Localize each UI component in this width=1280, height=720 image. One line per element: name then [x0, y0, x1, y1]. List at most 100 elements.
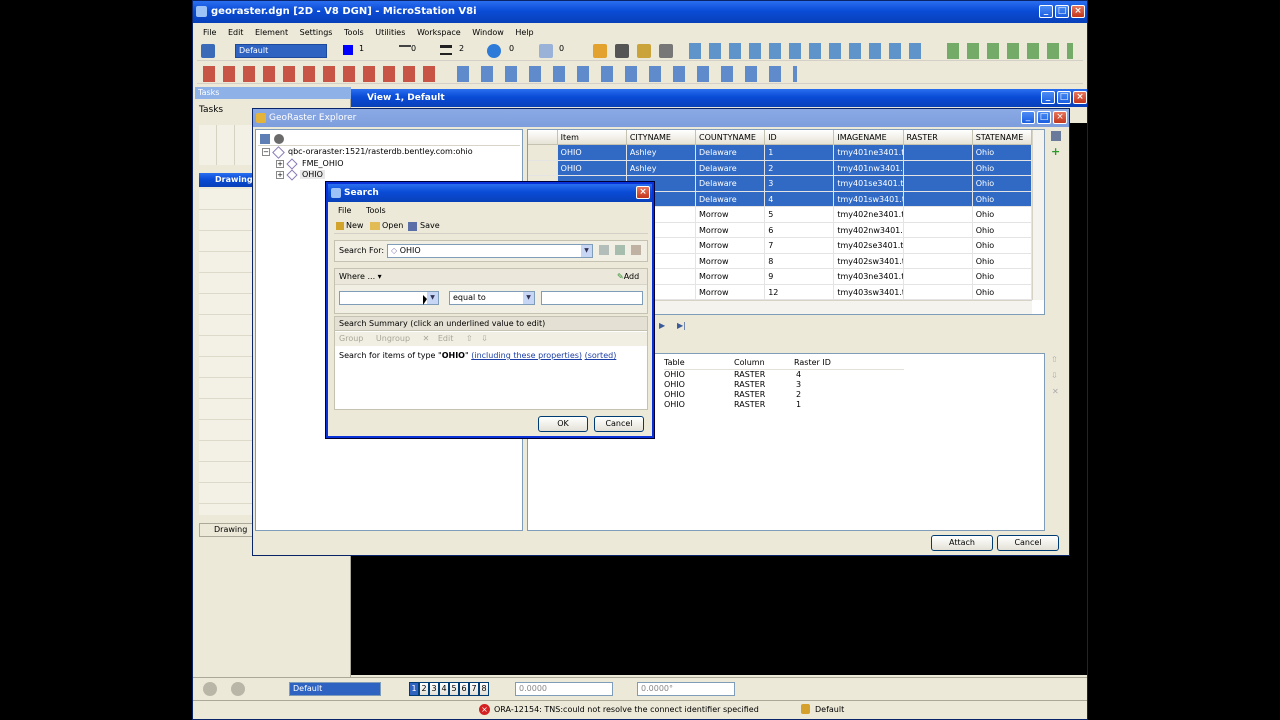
close-icon[interactable]: × — [1071, 5, 1085, 18]
georaster-title-bar[interactable]: GeoRaster Explorer _ □ × — [253, 109, 1069, 127]
detail-row[interactable]: OHIO RASTER 2 — [664, 390, 904, 400]
value-input[interactable] — [541, 291, 643, 305]
tree-connect-icon[interactable] — [260, 134, 270, 144]
element-selection-tools[interactable] — [199, 125, 253, 165]
add-icon[interactable]: + — [1051, 145, 1060, 158]
menu-tools[interactable]: Tools — [344, 28, 364, 37]
tasks-tab[interactable]: Tasks — [199, 105, 223, 115]
view-button-6[interactable]: 6 — [459, 682, 469, 696]
properties-link[interactable]: (including these properties) — [471, 351, 582, 360]
open-button[interactable]: Open — [382, 221, 403, 230]
forward-icon[interactable] — [231, 682, 245, 696]
detail-row[interactable]: OHIO RASTER 1 — [664, 400, 904, 410]
move-down-icon[interactable]: ⇩ — [481, 334, 488, 343]
georaster-maximize-icon[interactable]: □ — [1037, 111, 1051, 124]
view-button-8[interactable]: 8 — [479, 682, 489, 696]
columns-icon[interactable] — [615, 245, 625, 255]
menu-help[interactable]: Help — [515, 28, 533, 37]
column-header-raster[interactable]: RASTER — [903, 130, 973, 145]
search-menu-tools[interactable]: Tools — [366, 206, 386, 215]
attach-button[interactable]: Attach — [931, 535, 993, 551]
priority-icon[interactable] — [539, 44, 553, 58]
view-button-5[interactable]: 5 — [449, 682, 459, 696]
minimize-icon[interactable]: _ — [1039, 5, 1053, 18]
utility-tools-strip[interactable] — [457, 66, 797, 82]
remove-icon[interactable]: ✕ — [1052, 387, 1059, 396]
tool-icon-a[interactable] — [593, 44, 607, 58]
view-button-1[interactable]: 1 — [409, 682, 419, 696]
menu-window[interactable]: Window — [472, 28, 504, 37]
menu-element[interactable]: Element — [255, 28, 288, 37]
sort-icon[interactable] — [631, 245, 641, 255]
save-button[interactable]: Save — [420, 221, 440, 230]
tasks-title-bar[interactable]: Tasks — [195, 87, 351, 99]
where-dropdown[interactable]: Where ... ▾ — [339, 272, 382, 281]
explorer-cancel-button[interactable]: Cancel — [997, 535, 1059, 551]
view-close-icon[interactable]: × — [1073, 91, 1087, 104]
view-maximize-icon[interactable]: □ — [1057, 91, 1071, 104]
table-row[interactable]: OHIO Ashley Delaware 1 tmy401ne3401.tif Ohio — [528, 145, 1032, 161]
tree-root-label[interactable]: qbc-oraraster:1521/rasterdb.bentley.com:… — [288, 147, 473, 156]
save-results-icon[interactable] — [1051, 131, 1061, 141]
last-record-icon[interactable]: ▶| — [677, 321, 686, 330]
chevron-down-icon[interactable]: ▼ — [427, 292, 438, 304]
lock-value-field-2[interactable]: 0.0000° — [637, 682, 735, 696]
tree-collapse-icon[interactable]: − — [262, 148, 270, 156]
search-for-combo[interactable]: ◇ OHIO ▼ — [387, 244, 593, 258]
main-title-bar[interactable]: georaster.dgn [2D - V8 DGN] - MicroStati… — [193, 1, 1087, 23]
tree-search-icon[interactable] — [274, 134, 284, 144]
drawing-tools-grid[interactable] — [199, 189, 253, 515]
delete-icon[interactable]: ✕ — [423, 334, 430, 343]
search-menu-file[interactable]: File — [338, 206, 351, 215]
tool-icon-d[interactable] — [659, 44, 673, 58]
table-row[interactable]: OHIOAshleyDelaware2tmy401nw3401.tif Ohio — [528, 160, 1032, 176]
ungroup-button[interactable]: Ungroup — [376, 334, 410, 343]
menu-settings[interactable]: Settings — [300, 28, 333, 37]
level-combo[interactable]: Default — [235, 44, 327, 58]
search-cancel-button[interactable]: Cancel — [594, 416, 644, 432]
row-header[interactable] — [528, 145, 558, 161]
maximize-icon[interactable]: □ — [1055, 5, 1069, 18]
column-header-statename[interactable]: STATENAME — [972, 130, 1032, 145]
tree-expand-icon[interactable]: + — [276, 171, 284, 179]
edit-button[interactable]: Edit — [438, 334, 454, 343]
detail-row[interactable]: OHIO RASTER 3 — [664, 380, 904, 390]
search-title-bar[interactable]: Search × — [328, 184, 652, 202]
search-close-icon[interactable]: × — [636, 186, 650, 199]
tool-icon-c[interactable] — [637, 44, 651, 58]
color-swatch[interactable] — [343, 45, 353, 55]
move-up-icon[interactable]: ⇧ — [1051, 355, 1058, 364]
line-style-icon[interactable] — [399, 45, 411, 55]
new-button[interactable]: New — [346, 221, 363, 230]
detail-row[interactable]: OHIO RASTER 4 — [664, 370, 904, 380]
next-record-icon[interactable]: ▶ — [659, 321, 665, 330]
modify-tools-strip[interactable] — [203, 66, 443, 82]
view-tools-strip[interactable] — [689, 43, 929, 59]
view-button-2[interactable]: 2 — [419, 682, 429, 696]
move-down-icon[interactable]: ⇩ — [1051, 371, 1058, 380]
lock-value-field-1[interactable]: 0.0000 — [515, 682, 613, 696]
grid-vertical-scrollbar[interactable] — [1032, 130, 1044, 300]
move-up-icon[interactable]: ⇧ — [466, 334, 473, 343]
view-minimize-icon[interactable]: _ — [1041, 91, 1055, 104]
view-groups-combo[interactable]: Default — [289, 682, 381, 696]
tool-icon-b[interactable] — [615, 44, 629, 58]
drawing-footer-tab[interactable]: Drawing — [199, 523, 253, 537]
view-button-7[interactable]: 7 — [469, 682, 479, 696]
menu-workspace[interactable]: Workspace — [417, 28, 461, 37]
file-tools-strip[interactable] — [947, 43, 1073, 59]
add-condition-button[interactable]: ✎Add — [617, 272, 639, 281]
column-header-countyname[interactable]: COUNTYNAME — [696, 130, 766, 145]
properties-icon[interactable] — [599, 245, 609, 255]
menu-edit[interactable]: Edit — [228, 28, 244, 37]
column-header-id[interactable]: ID — [765, 130, 835, 145]
column-header-item[interactable]: Item — [557, 130, 627, 145]
row-header[interactable] — [528, 160, 558, 176]
menu-file[interactable]: File — [203, 28, 216, 37]
view-button-3[interactable]: 3 — [429, 682, 439, 696]
view-title-bar[interactable]: View 1, Default _ □ × — [351, 89, 1087, 107]
chevron-down-icon[interactable]: ▼ — [523, 292, 534, 304]
sorted-link[interactable]: (sorted) — [585, 351, 617, 360]
view-button-4[interactable]: 4 — [439, 682, 449, 696]
line-weight-icon[interactable] — [440, 45, 452, 55]
